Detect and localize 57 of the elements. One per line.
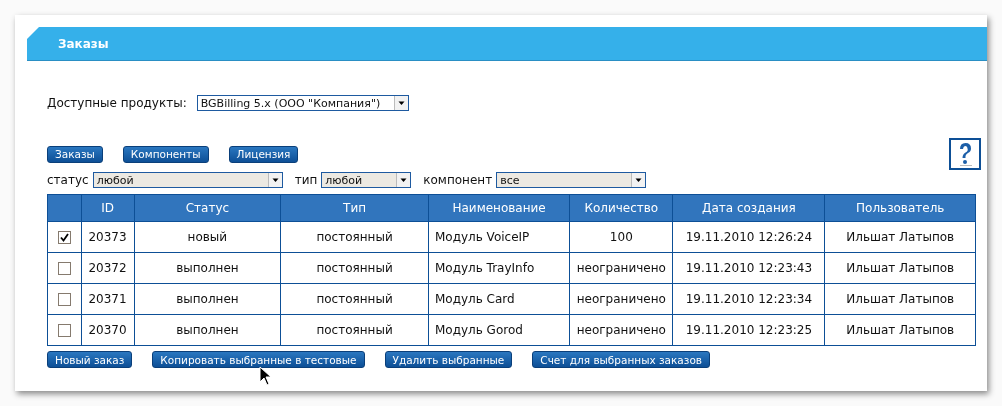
table-cell: 20370	[81, 314, 135, 346]
table-cell: 19.11.2010 12:23:43	[672, 252, 825, 284]
action-button[interactable]: Удалить выбранные	[384, 351, 513, 368]
filter-label: тип	[294, 173, 318, 187]
page-title: Заказы	[58, 36, 109, 51]
nav-button[interactable]: Компоненты	[122, 145, 209, 163]
column-header: ID	[81, 194, 135, 222]
table-cell: 20371	[81, 283, 135, 315]
table-cell: выполнен	[134, 283, 281, 315]
nav-button[interactable]: Заказы	[47, 145, 103, 163]
action-button[interactable]: Счет для выбранных заказов	[532, 351, 710, 368]
table-cell: 19.11.2010 12:26:24	[672, 221, 825, 253]
row-checkbox[interactable]	[57, 293, 71, 306]
column-header: Тип	[280, 194, 429, 222]
column-header: Статус	[134, 194, 281, 222]
column-header: Количество	[569, 194, 673, 222]
filter-select[interactable]: любой	[92, 172, 283, 188]
table-cell: 19.11.2010 12:23:25	[672, 314, 825, 346]
table-cell: новый	[134, 221, 281, 253]
table-cell: выполнен	[134, 252, 281, 284]
filter-label: компонент	[423, 173, 493, 187]
nav-button[interactable]: Лицензия	[228, 145, 299, 163]
filter-select[interactable]: все	[496, 172, 647, 188]
table-cell: Модуль VoiceIP	[428, 221, 570, 253]
column-header: Дата создания	[672, 194, 825, 222]
help-icon[interactable]	[949, 138, 981, 170]
action-button[interactable]: Копировать выбранные в тестовые	[152, 351, 365, 368]
table-cell: Модуль TrayInfo	[428, 252, 570, 284]
table-cell: Ильшат Латыпов	[824, 221, 976, 253]
products-select[interactable]: BGBilling 5.x (ООО "Компания")	[196, 95, 409, 111]
column-header: Пользователь	[824, 194, 976, 222]
table-cell: Ильшат Латыпов	[824, 283, 976, 315]
products-label: Доступные продукты:	[47, 96, 187, 110]
table-cell: постоянный	[280, 221, 429, 253]
action-button[interactable]: Новый заказ	[47, 351, 133, 368]
table-cell: постоянный	[280, 314, 429, 346]
row-checkbox[interactable]	[57, 231, 71, 244]
table-cell: неограничено	[569, 314, 673, 346]
table-cell: неограничено	[569, 252, 673, 284]
table-cell: постоянный	[280, 283, 429, 315]
filter-label: статус	[47, 173, 89, 187]
table-cell: Модуль Card	[428, 283, 570, 315]
table-cell: неограничено	[569, 283, 673, 315]
table-cell: выполнен	[134, 314, 281, 346]
table-cell: 20373	[81, 221, 135, 253]
row-checkbox[interactable]	[57, 262, 71, 275]
table-cell: постоянный	[280, 252, 429, 284]
column-header: Наименование	[428, 194, 570, 222]
table-cell: Ильшат Латыпов	[824, 252, 976, 284]
table-cell: Модуль Gorod	[428, 314, 570, 346]
table-cell: 20372	[81, 252, 135, 284]
table-cell: 19.11.2010 12:23:34	[672, 283, 825, 315]
mouse-pointer-icon	[259, 366, 273, 387]
table-cell: 100	[569, 221, 673, 253]
table-cell: Ильшат Латыпов	[824, 314, 976, 346]
filter-select[interactable]: любой	[321, 172, 412, 188]
row-checkbox[interactable]	[57, 324, 71, 337]
